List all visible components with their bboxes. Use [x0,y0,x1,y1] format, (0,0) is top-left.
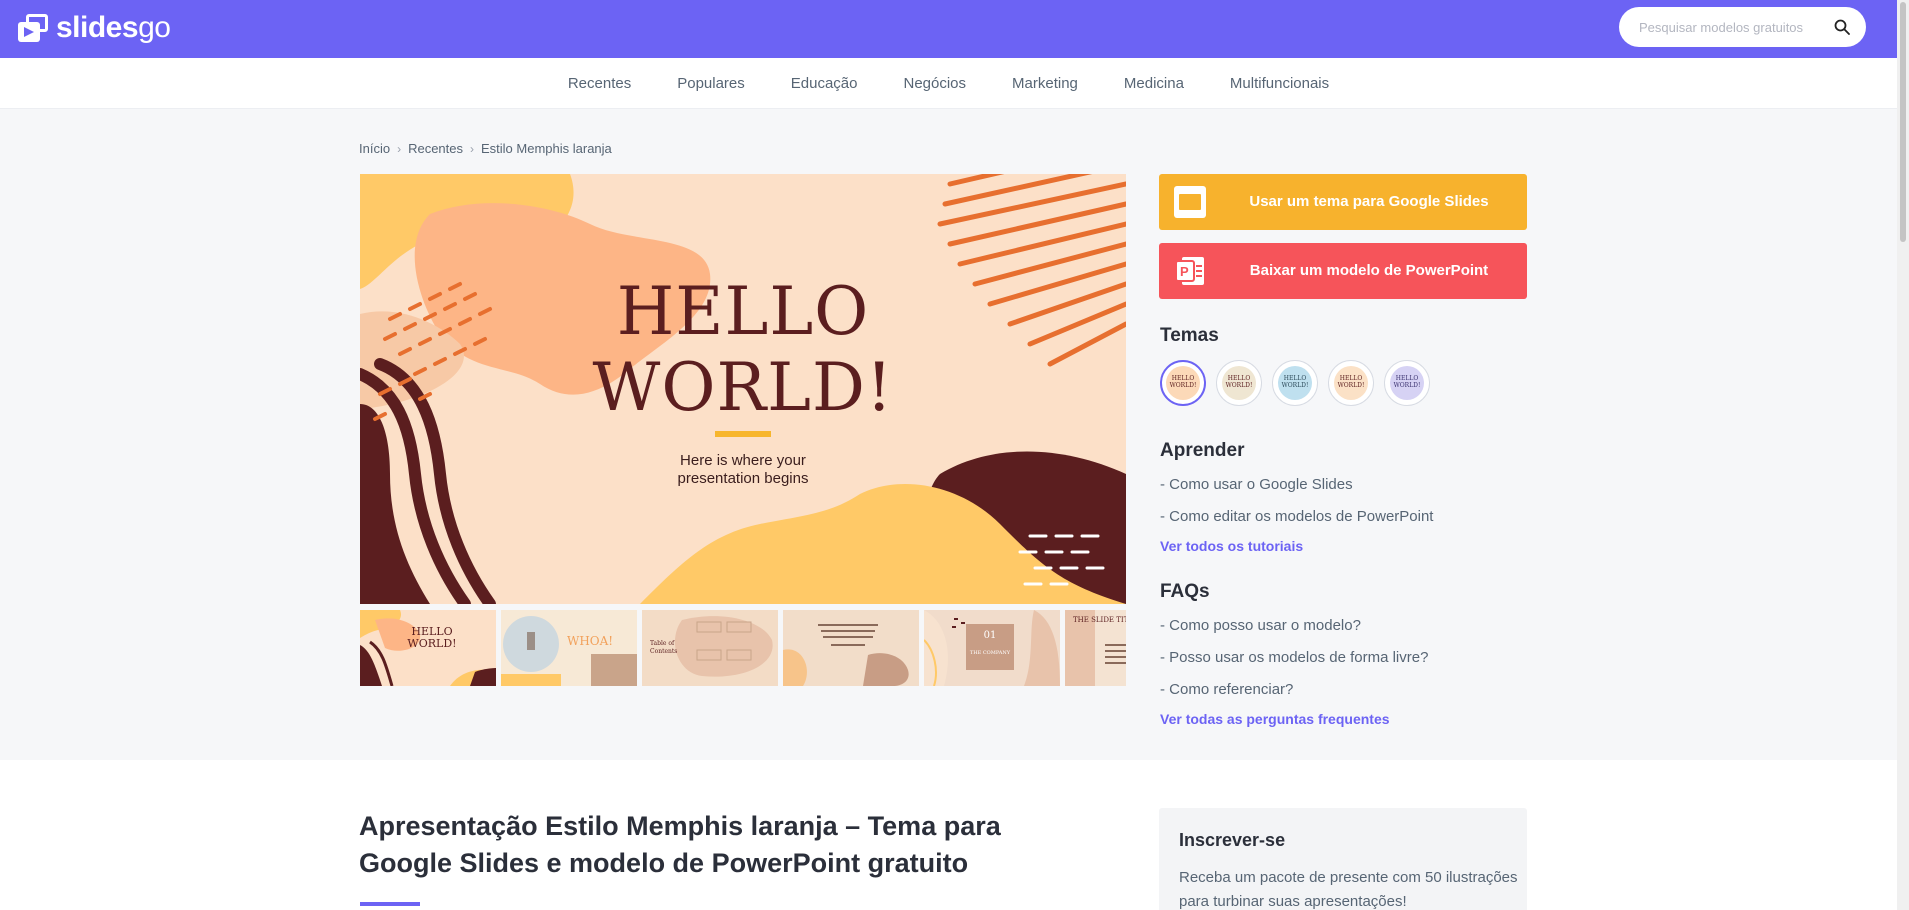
powerpoint-label: Baixar um modelo de PowerPoint [1249,262,1489,279]
learn-heading: Aprender [1160,440,1245,461]
google-slides-button[interactable]: Usar um tema para Google Slides [1159,174,1527,230]
thumbnail-5-number: 01 [983,630,997,641]
breadcrumb-home[interactable]: Início [359,141,390,156]
thumbnail-2[interactable]: WHOA! [501,610,637,686]
slide-subtitle: Here is where your presentation begins [677,452,809,487]
search-input[interactable] [1639,17,1829,37]
thumbnail-6[interactable]: THE SLIDE TITLE GOES HERE! [1065,610,1126,686]
thumbnail-1[interactable]: HELLO WORLD! [360,610,496,686]
thumbnail-5[interactable]: 01 THE COMPANY [924,610,1060,686]
breadcrumb-recentes[interactable]: Recentes [408,141,463,156]
theme-variants: HELLO WORLD! HELLO WORLD! HELLO WORLD! H… [1160,360,1430,406]
top-header: slidesgo [0,0,1897,58]
powerpoint-button[interactable]: P Baixar um modelo de PowerPoint [1159,243,1527,299]
thumbnail-5-title: THE COMPANY [969,650,1011,656]
search-icon[interactable] [1834,19,1850,35]
theme-blue[interactable]: HELLO WORLD! [1272,360,1318,406]
nav-negocios[interactable]: Negócios [903,75,966,92]
theme-beige[interactable]: HELLO WORLD! [1216,360,1262,406]
title-accent-bar [715,431,771,437]
page-scrollbar[interactable] [1897,0,1909,910]
nav-marketing[interactable]: Marketing [1012,75,1078,92]
theme-orange[interactable]: HELLO WORLD! [1160,360,1206,406]
thumbnail-3[interactable]: Table of Contents [642,610,778,686]
slide-thumbnails: HELLO WORLD! WHOA! Table of Contents 01 … [360,610,1126,686]
nav-recentes[interactable]: Recentes [568,75,631,92]
breadcrumb: Início › Recentes › Estilo Memphis laran… [359,141,612,156]
nav-educacao[interactable]: Educação [791,75,858,92]
thumbnail-6-title: THE SLIDE TITLE GOES HERE! [1073,616,1126,624]
see-all-faqs-link[interactable]: Ver todas as perguntas frequentes [1160,711,1390,727]
faq-link-cite[interactable]: - Como referenciar? [1160,681,1293,698]
slidesgo-logo[interactable]: slidesgo [16,9,171,47]
subscribe-text: Receba um pacote de presente com 50 ilus… [1179,869,1518,910]
chevron-right-icon: › [397,141,402,156]
theme-peach[interactable]: HELLO WORLD! [1328,360,1374,406]
scrollbar-thumb[interactable] [1900,2,1906,242]
category-nav: Recentes Populares Educação Negócios Mar… [0,58,1897,109]
thumbnail-3-title: Table of Contents [650,640,678,655]
faq-link-use[interactable]: - Como posso usar o modelo? [1160,617,1361,634]
thumbnail-4[interactable] [783,610,919,686]
themes-heading: Temas [1160,325,1219,346]
thumbnail-1-title: HELLO WORLD! [407,625,457,650]
faq-link-free[interactable]: - Posso usar os modelos de forma livre? [1160,649,1428,666]
subscribe-box: Inscrever-se Receba um pacote de present… [1159,808,1527,910]
see-all-tutorials-link[interactable]: Ver todos os tutoriais [1160,538,1303,554]
breadcrumb-current: Estilo Memphis laranja [481,141,612,156]
powerpoint-icon: P [1175,257,1204,285]
learn-link-google-slides[interactable]: - Como usar o Google Slides [1160,476,1353,493]
nav-populares[interactable]: Populares [677,75,745,92]
nav-multifuncionais[interactable]: Multifuncionais [1230,75,1329,92]
article-title: Apresentação Estilo Memphis laranja – Te… [359,811,1001,878]
faqs-heading: FAQs [1160,581,1210,602]
theme-lavender[interactable]: HELLO WORLD! [1384,360,1430,406]
search-box [1619,7,1866,47]
google-slides-icon [1174,186,1206,218]
thumbnail-2-title: WHOA! [567,634,614,648]
chevron-right-icon: › [470,141,474,156]
svg-text:P: P [1180,264,1189,279]
subscribe-heading: Inscrever-se [1179,830,1286,850]
logo-text: slidesgo [56,11,171,44]
learn-link-powerpoint[interactable]: - Como editar os modelos de PowerPoint [1160,508,1433,525]
logo-icon [16,12,50,44]
slide-preview[interactable]: HELLO WORLD! Here is where your presenta… [360,174,1126,604]
title-underline [360,902,420,906]
nav-medicina[interactable]: Medicina [1124,75,1184,92]
google-slides-label: Usar um tema para Google Slides [1249,193,1489,210]
slide-title: HELLO WORLD! [592,273,894,426]
